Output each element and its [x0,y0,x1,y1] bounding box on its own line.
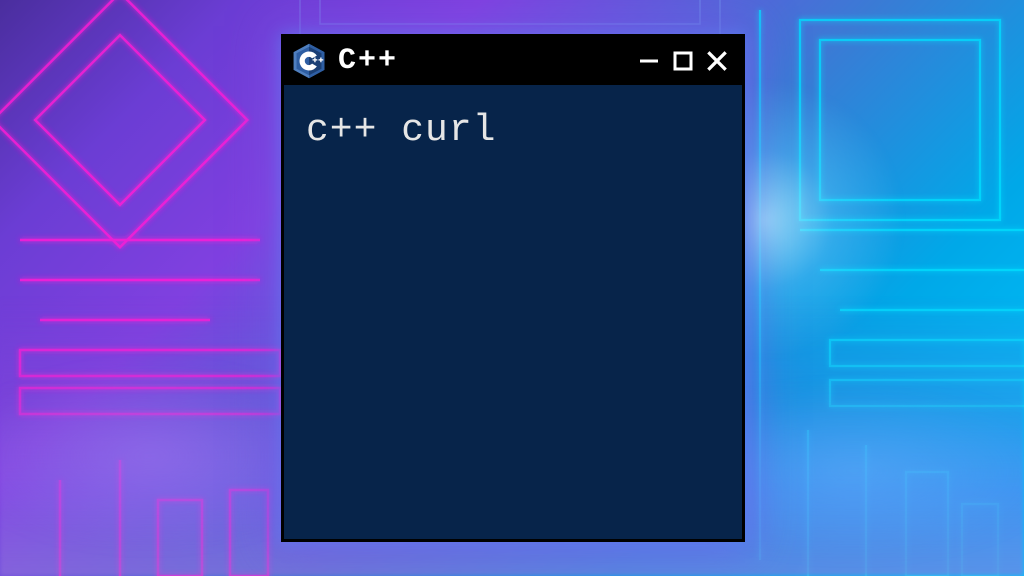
terminal-content: c++ curl [306,109,496,152]
maximize-button[interactable] [668,46,698,76]
terminal-body[interactable]: c++ curl [284,85,742,177]
close-button[interactable] [702,46,732,76]
window-controls [634,46,732,76]
terminal-window: C++ c++ curl [281,34,745,542]
window-titlebar[interactable]: C++ [284,37,742,85]
cpp-logo-icon [290,42,328,80]
window-title: C++ [338,44,624,78]
minimize-button[interactable] [634,46,664,76]
